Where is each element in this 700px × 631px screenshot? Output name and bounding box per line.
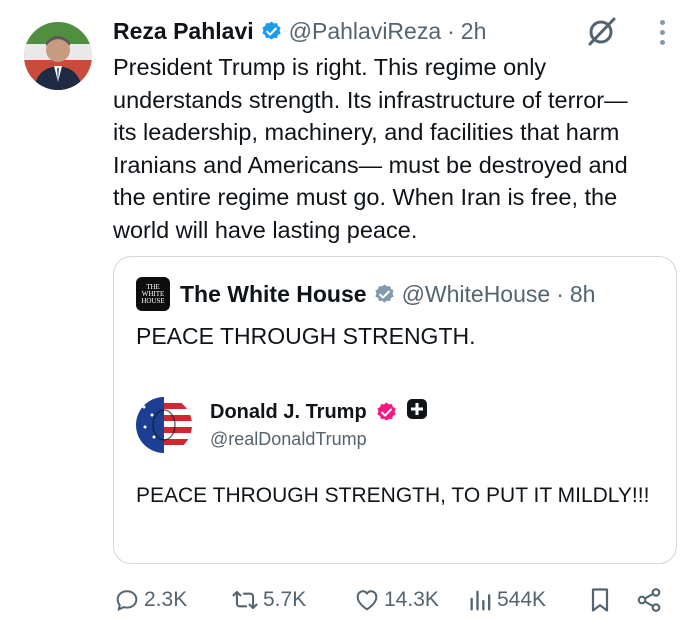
quoted-tweet[interactable]: THE WHITE HOUSE The White House @WhiteHo… — [113, 256, 677, 564]
verified-badge-icon — [260, 20, 283, 43]
reply-button[interactable]: 2.3K — [113, 584, 187, 616]
bookmark-button[interactable] — [587, 584, 613, 616]
quoted-author-name[interactable]: The White House — [180, 281, 367, 308]
tweet-text: President Trump is right. This regime on… — [113, 54, 628, 243]
views-icon — [468, 586, 494, 614]
separator: · — [556, 280, 564, 307]
quoted-header: THE WHITE HOUSE The White House @WhiteHo… — [136, 277, 595, 311]
author-name[interactable]: Reza Pahlavi — [113, 18, 254, 45]
more-icon[interactable] — [652, 16, 672, 48]
tweet-header: Reza Pahlavi @PahlaviReza · 2h — [113, 14, 486, 48]
reply-count: 2.3K — [144, 588, 188, 611]
action-bar: 2.3K 5.7K 14.3K 544K — [113, 584, 673, 616]
author-handle[interactable]: @PahlaviReza — [289, 18, 441, 45]
tweet-time[interactable]: 2h — [461, 18, 487, 45]
quoted-time[interactable]: 8h — [570, 281, 596, 308]
grok-icon[interactable] — [585, 14, 619, 48]
views-button[interactable]: 544K — [468, 584, 546, 616]
share-button[interactable] — [635, 584, 663, 616]
nested-author-avatar — [136, 397, 192, 453]
quoted-handle[interactable]: @WhiteHouse — [402, 281, 551, 308]
like-count: 14.3K — [384, 588, 439, 611]
separator: · — [447, 17, 455, 44]
nested-author-row: Donald J. Trump — [210, 397, 428, 427]
like-button[interactable]: 14.3K — [353, 584, 439, 616]
like-icon — [353, 586, 381, 614]
quoted-text: PEACE THROUGH STRENGTH. — [136, 323, 476, 349]
views-count: 544K — [497, 588, 547, 611]
reply-icon — [113, 586, 141, 614]
gov-badge-icon — [373, 283, 396, 306]
repost-count: 5.7K — [263, 588, 307, 611]
plus-badge-icon — [406, 398, 428, 426]
nested-author-name: Donald J. Trump — [210, 400, 367, 423]
nested-author-handle: @realDonaldTrump — [210, 429, 367, 449]
repost-button[interactable]: 5.7K — [230, 584, 306, 616]
author-avatar[interactable] — [24, 22, 92, 90]
bookmark-icon — [587, 586, 613, 614]
nested-text: PEACE THROUGH STRENGTH, TO PUT IT MILDLY… — [136, 484, 650, 507]
verified-badge-icon — [375, 401, 398, 424]
white-house-logo: THE WHITE HOUSE — [136, 277, 170, 311]
share-icon — [635, 586, 663, 614]
repost-icon — [230, 586, 260, 614]
